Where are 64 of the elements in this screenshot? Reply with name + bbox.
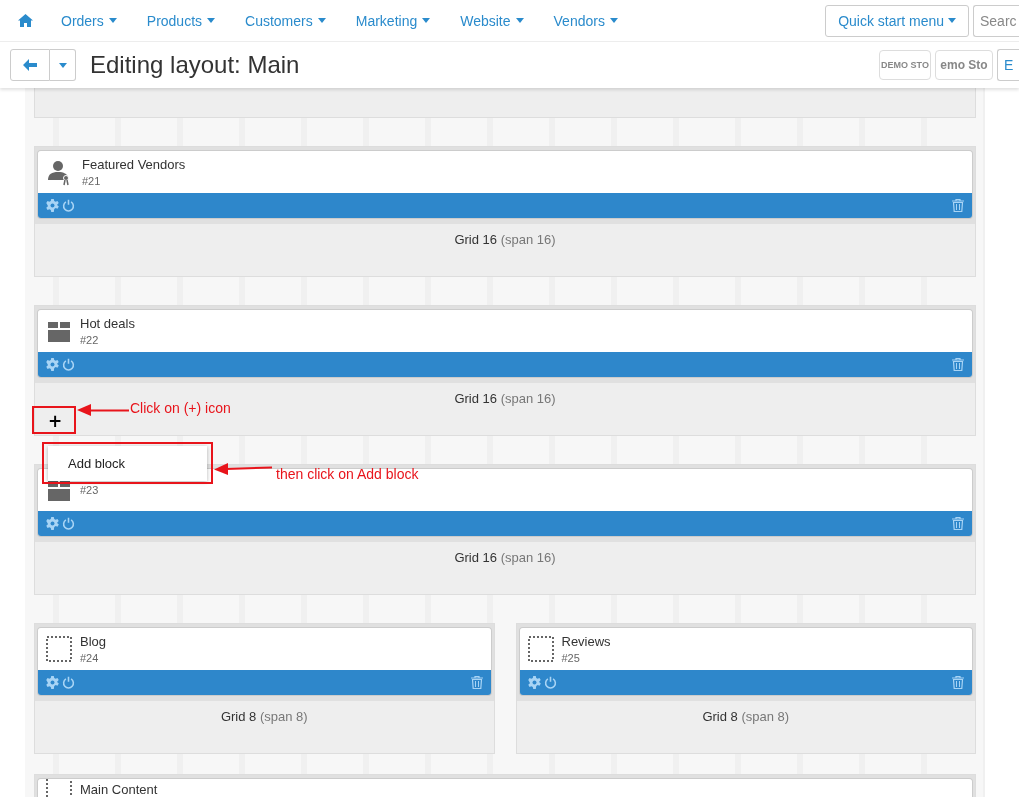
home-icon[interactable] — [18, 14, 33, 27]
block-title: Featured Vendors — [82, 157, 186, 172]
block-title: Blog — [80, 634, 107, 649]
power-icon[interactable] — [62, 517, 75, 530]
settings-icon[interactable] — [46, 517, 59, 530]
nav-menu-item[interactable]: Products — [146, 12, 216, 29]
back-arrow-icon — [23, 59, 37, 71]
caret-icon — [58, 62, 67, 68]
block-id: #25 — [561, 652, 581, 664]
grid-label: Grid 16 (span 16) — [454, 549, 556, 566]
nav-menu-item[interactable]: Website — [460, 12, 524, 29]
nav-menu-item[interactable]: Orders — [61, 12, 117, 29]
pointer-arrow — [77, 404, 129, 416]
annotation-text: Click on (+) icon — [130, 400, 231, 416]
annotation-text: then click on Add block — [276, 466, 419, 482]
nav-menu-item[interactable]: Vendors — [553, 12, 618, 29]
caret-icon — [515, 18, 524, 23]
header-button[interactable]: E — [997, 49, 1019, 81]
power-icon[interactable] — [62, 676, 75, 689]
highlight-frame — [32, 406, 76, 434]
nav-menu-item[interactable]: Marketing — [355, 12, 431, 29]
nav-menu-item[interactable]: Customers — [245, 12, 326, 29]
quick-start-button[interactable]: Quick start menu — [825, 4, 969, 37]
block-id: #23 — [80, 484, 99, 496]
trash-icon[interactable] — [952, 199, 964, 212]
settings-icon[interactable] — [46, 676, 59, 689]
caret-icon — [207, 18, 216, 23]
caret-icon — [108, 18, 117, 23]
power-icon[interactable] — [62, 358, 75, 371]
layout-block[interactable]: Main Content — [38, 779, 972, 797]
caret-icon — [948, 18, 956, 23]
block-title: Main Content — [80, 782, 158, 797]
trash-icon[interactable] — [952, 676, 964, 689]
settings-icon[interactable] — [527, 676, 541, 689]
add-button[interactable]: + — [41, 413, 69, 430]
grid-label: Grid 8 (span 8) — [702, 708, 790, 725]
dotted-square-icon — [527, 636, 554, 662]
store-logo-button[interactable]: DEMO STO — [879, 50, 931, 80]
settings-icon[interactable] — [46, 358, 59, 371]
grid-label: Grid 16 (span 16) — [454, 231, 556, 248]
block-id: #24 — [80, 652, 100, 664]
trash-icon[interactable] — [952, 517, 964, 530]
grid-label: Grid 8 (span 8) — [220, 708, 308, 725]
caret-icon — [317, 18, 326, 23]
caret-icon — [422, 18, 431, 23]
back-button[interactable] — [10, 49, 50, 81]
block-id: #21 — [82, 175, 102, 187]
page-title: Editing layout: Main — [90, 51, 301, 79]
block-id: #22 — [80, 334, 100, 346]
menu-item[interactable]: Add block — [48, 446, 207, 481]
caret-icon — [609, 18, 618, 23]
trash-icon[interactable] — [470, 676, 483, 689]
settings-icon[interactable] — [46, 199, 59, 212]
grid-label: Grid 16 (span 16) — [454, 390, 556, 407]
power-icon[interactable] — [62, 199, 75, 212]
trash-icon[interactable] — [952, 358, 964, 371]
dropdown-button[interactable] — [50, 49, 76, 81]
dotted-square-icon — [46, 636, 72, 662]
search-field[interactable]: Searc — [973, 4, 1019, 37]
pointer-arrow — [214, 463, 272, 475]
power-icon[interactable] — [543, 676, 557, 689]
block-title: Reviews — [561, 634, 611, 649]
block-title: Hot deals — [80, 316, 135, 331]
store-logo-button[interactable]: emo Sto — [935, 50, 993, 80]
